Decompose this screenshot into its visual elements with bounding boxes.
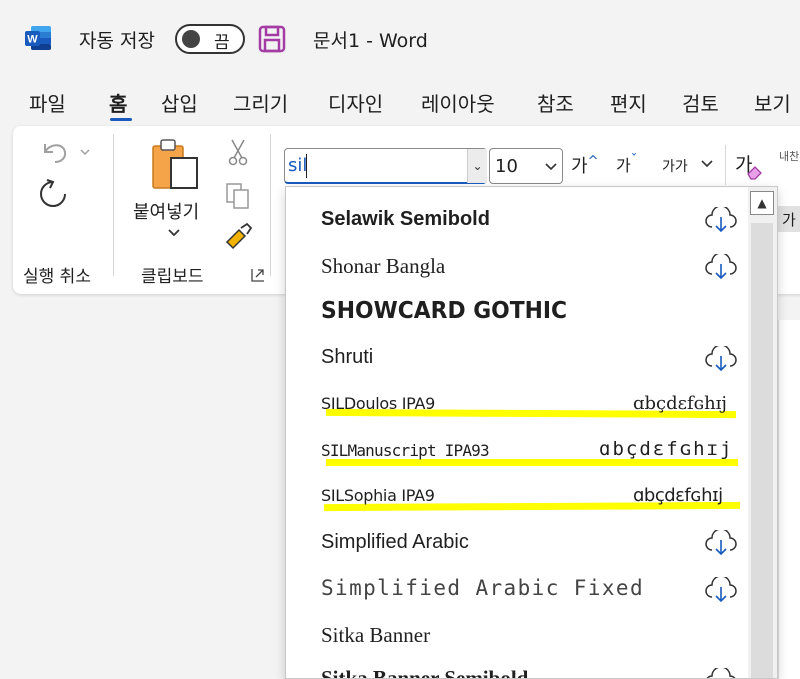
font-list-item[interactable]: Simplified Arabic Fixed bbox=[286, 566, 748, 612]
scroll-up-button[interactable]: ▲ bbox=[750, 191, 774, 215]
cloud-download-icon bbox=[706, 668, 736, 678]
font-item-label: SHOWCARD GOTHIC bbox=[321, 298, 568, 324]
tab-view[interactable]: 보기 bbox=[754, 88, 791, 117]
toggle-knob bbox=[182, 30, 200, 48]
cloud-download-icon bbox=[705, 530, 737, 556]
font-list-item[interactable]: Simplified Arabic bbox=[286, 520, 748, 566]
font-list-item[interactable]: Selawik Semibold bbox=[286, 197, 748, 243]
ribbon-separator bbox=[113, 134, 114, 276]
font-list-item[interactable]: Shruti bbox=[286, 336, 748, 382]
svg-text:W: W bbox=[27, 34, 38, 46]
font-item-label: Selawik Semibold bbox=[321, 208, 490, 230]
chevron-down-icon[interactable] bbox=[544, 161, 558, 171]
title-bar: W 자동 저장 끔 문서1 - Word bbox=[0, 0, 800, 78]
scroll-thumb[interactable] bbox=[751, 223, 773, 678]
font-item-label: SILSophia IPA9 bbox=[321, 486, 435, 505]
document-page-edge bbox=[778, 320, 800, 679]
eraser-icon bbox=[747, 166, 762, 180]
font-list-item[interactable]: SILManuscript IPA93 ɑbçdɛfɢhɪj bbox=[286, 428, 748, 474]
document-title: 문서1 - Word bbox=[313, 30, 428, 52]
chevron-down-icon[interactable] bbox=[700, 158, 714, 168]
format-painter-icon[interactable] bbox=[223, 222, 253, 250]
active-tab-indicator bbox=[110, 118, 132, 121]
ribbon-tabs: 파일 홈 삽입 그리기 디자인 레이아웃 참조 편지 검토 보기 bbox=[0, 88, 800, 124]
styles-peek-label: 가 bbox=[782, 211, 796, 229]
styles-gallery-peek[interactable]: 가 bbox=[778, 206, 800, 232]
font-item-label: Simplified Arabic Fixed bbox=[321, 576, 644, 600]
clipboard-group-label: 클립보드 bbox=[141, 267, 204, 287]
copy-icon[interactable] bbox=[225, 182, 251, 210]
font-list-item[interactable]: SILDoulos IPA9 ɑbçdɛfɢhɪj bbox=[286, 382, 748, 428]
font-name-input[interactable]: sil bbox=[288, 155, 307, 176]
caret-up-icon: ^ bbox=[587, 154, 599, 169]
font-dropdown-button[interactable]: ⌄ bbox=[467, 149, 487, 183]
font-sample-text: ɑbçdɛfɢhɪj bbox=[633, 485, 723, 506]
undo-group-label: 실행 취소 bbox=[23, 267, 91, 287]
autosave-label: 자동 저장 bbox=[79, 30, 155, 52]
font-size-combobox[interactable]: 10 bbox=[489, 148, 563, 184]
font-item-label: SILDoulos IPA9 bbox=[321, 394, 435, 413]
chevron-down-icon[interactable] bbox=[166, 226, 182, 238]
font-list-item[interactable]: Sitka Banner bbox=[286, 612, 748, 658]
tab-references[interactable]: 참조 bbox=[537, 88, 574, 117]
tab-design[interactable]: 디자인 bbox=[328, 88, 383, 117]
tab-insert[interactable]: 삽입 bbox=[161, 88, 198, 117]
font-item-label: Sitka Banner bbox=[321, 623, 431, 647]
font-dropdown-list: Selawik Semibold Shonar Bangla SHOWCARD … bbox=[285, 186, 778, 679]
shrink-font-label: 가 bbox=[616, 156, 631, 175]
tab-layout[interactable]: 레이아웃 bbox=[421, 88, 495, 117]
shrink-font-button[interactable]: 가ˇ bbox=[616, 152, 637, 176]
dropdown-scrollbar[interactable]: ▲ bbox=[748, 187, 777, 678]
text-caret bbox=[306, 154, 307, 178]
word-logo-icon: W bbox=[25, 26, 51, 50]
tab-draw[interactable]: 그리기 bbox=[233, 88, 288, 117]
cloud-download-icon bbox=[705, 346, 737, 372]
save-icon[interactable] bbox=[258, 25, 286, 53]
change-case-button[interactable]: 가가 bbox=[662, 156, 688, 176]
ribbon-separator bbox=[725, 145, 726, 185]
tab-home[interactable]: 홈 bbox=[109, 88, 127, 117]
font-item-label: Shruti bbox=[321, 346, 374, 368]
toggle-state-label: 끔 bbox=[214, 33, 230, 53]
caret-down-icon: ˇ bbox=[630, 153, 638, 168]
autosave-toggle[interactable]: 끔 bbox=[175, 24, 245, 54]
dialog-launcher-icon[interactable] bbox=[251, 268, 265, 282]
tab-mailings[interactable]: 편지 bbox=[610, 88, 647, 117]
font-list-item[interactable]: Shonar Bangla bbox=[286, 244, 748, 290]
font-item-label: Sitka Banner Semibold bbox=[321, 666, 529, 679]
font-size-input[interactable]: 10 bbox=[495, 156, 518, 177]
font-list-item[interactable]: SHOWCARD GOTHIC bbox=[286, 290, 748, 336]
font-sample-text: ɑbçdɛfɢhɪj bbox=[599, 438, 734, 460]
font-item-label: SILManuscript IPA93 bbox=[321, 441, 490, 460]
right-cut-label: 내찬 bbox=[779, 150, 800, 163]
yellow-highlight-mark bbox=[326, 459, 738, 466]
cloud-download-icon bbox=[705, 577, 737, 603]
tab-file[interactable]: 파일 bbox=[29, 88, 66, 117]
font-item-label: Simplified Arabic bbox=[321, 531, 469, 553]
redo-icon[interactable] bbox=[37, 178, 71, 212]
font-list-item[interactable]: Sitka Banner Semibold bbox=[286, 658, 748, 679]
paste-label: 붙여넣기 bbox=[133, 202, 200, 223]
font-item-label: Shonar Bangla bbox=[321, 254, 446, 278]
cut-icon[interactable] bbox=[227, 138, 249, 166]
paste-icon[interactable] bbox=[149, 138, 201, 192]
ribbon-separator bbox=[270, 134, 271, 276]
undo-icon[interactable] bbox=[39, 138, 95, 166]
grow-font-label: 가 bbox=[571, 156, 588, 177]
font-sample-text: ɑbçdɛfɢhɪj bbox=[633, 393, 727, 414]
font-name-combobox[interactable]: sil ⌄ bbox=[284, 148, 487, 184]
cloud-download-icon bbox=[705, 254, 737, 280]
tab-review[interactable]: 검토 bbox=[682, 88, 719, 117]
font-list-item[interactable]: SILSophia IPA9 ɑbçdɛfɢhɪj bbox=[286, 474, 748, 520]
grow-font-button[interactable]: 가^ bbox=[571, 152, 598, 178]
cloud-download-icon bbox=[705, 207, 737, 233]
